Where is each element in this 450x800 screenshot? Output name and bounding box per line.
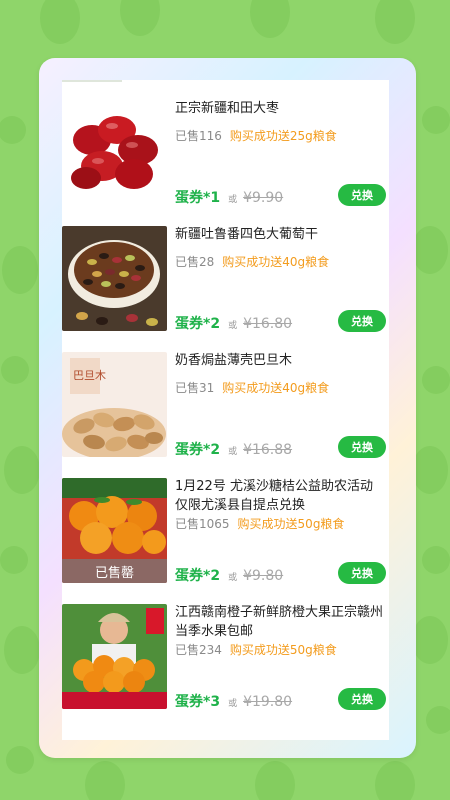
redeem-button[interactable]: 兑换	[338, 688, 386, 710]
promo-text: 购买成功送40g粮食	[222, 381, 330, 395]
or-label: 或	[228, 321, 238, 331]
redeem-button[interactable]: 兑换	[338, 436, 386, 458]
product-meta: 已售1065 购买成功送50g粮食	[175, 516, 344, 532]
egg-coupon-price: 蛋券*2	[175, 568, 221, 584]
list-item[interactable]: 正宗新疆和田大枣 已售116 购买成功送25g粮食 蛋券*1 或 ¥9.90 兑换	[62, 94, 389, 220]
product-image-almonds[interactable]: 巴旦木	[62, 352, 167, 457]
product-title[interactable]: 新疆吐鲁番四色大葡萄干	[175, 225, 385, 244]
list-item[interactable]: 已售罄 1月22号 尤溪沙糖桔公益助农活动仅限尤溪县自提点兑换 已售1065 购买…	[62, 472, 389, 598]
product-meta: 已售116 购买成功送25g粮食	[175, 128, 337, 144]
egg-coupon-price: 蛋券*3	[175, 694, 221, 710]
original-price: ¥9.80	[243, 568, 284, 584]
price-row: 蛋券*3 或 ¥19.80	[175, 691, 292, 711]
list-item[interactable]: 巴旦木 奶香焗盐薄壳巴旦木 已售31 购买成功送40g粮食 蛋券*2 或 ¥16.88…	[62, 346, 389, 472]
promo-text: 购买成功送25g粮食	[229, 129, 337, 143]
or-label: 或	[228, 195, 238, 205]
original-price: ¥16.80	[243, 316, 293, 332]
product-title[interactable]: 1月22号 尤溪沙糖桔公益助农活动仅限尤溪县自提点兑换	[175, 477, 385, 515]
or-label: 或	[228, 573, 238, 583]
sold-count: 已售234	[175, 643, 222, 657]
original-price: ¥19.80	[243, 694, 293, 710]
divider	[62, 80, 122, 82]
product-title[interactable]: 江西赣南橙子新鲜脐橙大果正宗赣州当季水果包邮	[175, 603, 385, 641]
original-price: ¥9.90	[243, 190, 284, 206]
sold-count: 已售28	[175, 255, 215, 269]
redeem-button[interactable]: 兑换	[338, 562, 386, 584]
redeem-button[interactable]: 兑换	[338, 184, 386, 206]
price-row: 蛋券*2 或 ¥16.80	[175, 313, 292, 333]
promo-text: 购买成功送50g粮食	[229, 643, 337, 657]
promo-text: 购买成功送40g粮食	[222, 255, 330, 269]
product-title[interactable]: 正宗新疆和田大枣	[175, 99, 385, 118]
sold-count: 已售1065	[175, 517, 230, 531]
product-meta: 已售31 购买成功送40g粮食	[175, 380, 329, 396]
product-image-tangerines[interactable]: 已售罄	[62, 478, 167, 583]
product-image-oranges[interactable]	[62, 604, 167, 709]
sold-out-overlay: 已售罄	[62, 559, 167, 583]
egg-coupon-price: 蛋券*2	[175, 442, 221, 458]
list-item[interactable]: 江西赣南橙子新鲜脐橙大果正宗赣州当季水果包邮 已售234 购买成功送50g粮食 蛋…	[62, 598, 389, 724]
redeem-button[interactable]: 兑换	[338, 310, 386, 332]
product-meta: 已售28 购买成功送40g粮食	[175, 254, 329, 270]
product-title[interactable]: 奶香焗盐薄壳巴旦木	[175, 351, 385, 370]
product-image-raisins[interactable]	[62, 226, 167, 331]
sold-count: 已售31	[175, 381, 215, 395]
list-item[interactable]: 新疆吐鲁番四色大葡萄干 已售28 购买成功送40g粮食 蛋券*2 或 ¥16.80 兑…	[62, 220, 389, 346]
sold-out-label: 已售罄	[94, 565, 134, 581]
price-row: 蛋券*2 或 ¥16.88	[175, 439, 292, 459]
egg-coupon-price: 蛋券*2	[175, 316, 221, 332]
image-label: 巴旦木	[73, 369, 106, 382]
sold-count: 已售116	[175, 129, 222, 143]
product-image-red-dates[interactable]	[62, 100, 167, 205]
original-price: ¥16.88	[243, 442, 293, 458]
price-row: 蛋券*2 或 ¥9.80	[175, 565, 283, 585]
or-label: 或	[228, 699, 238, 709]
price-row: 蛋券*1 或 ¥9.90	[175, 187, 283, 207]
product-list[interactable]: 正宗新疆和田大枣 已售116 购买成功送25g粮食 蛋券*1 或 ¥9.90 兑换	[62, 80, 389, 740]
or-label: 或	[228, 447, 238, 457]
product-meta: 已售234 购买成功送50g粮食	[175, 642, 337, 658]
promo-text: 购买成功送50g粮食	[237, 517, 345, 531]
egg-coupon-price: 蛋券*1	[175, 190, 221, 206]
